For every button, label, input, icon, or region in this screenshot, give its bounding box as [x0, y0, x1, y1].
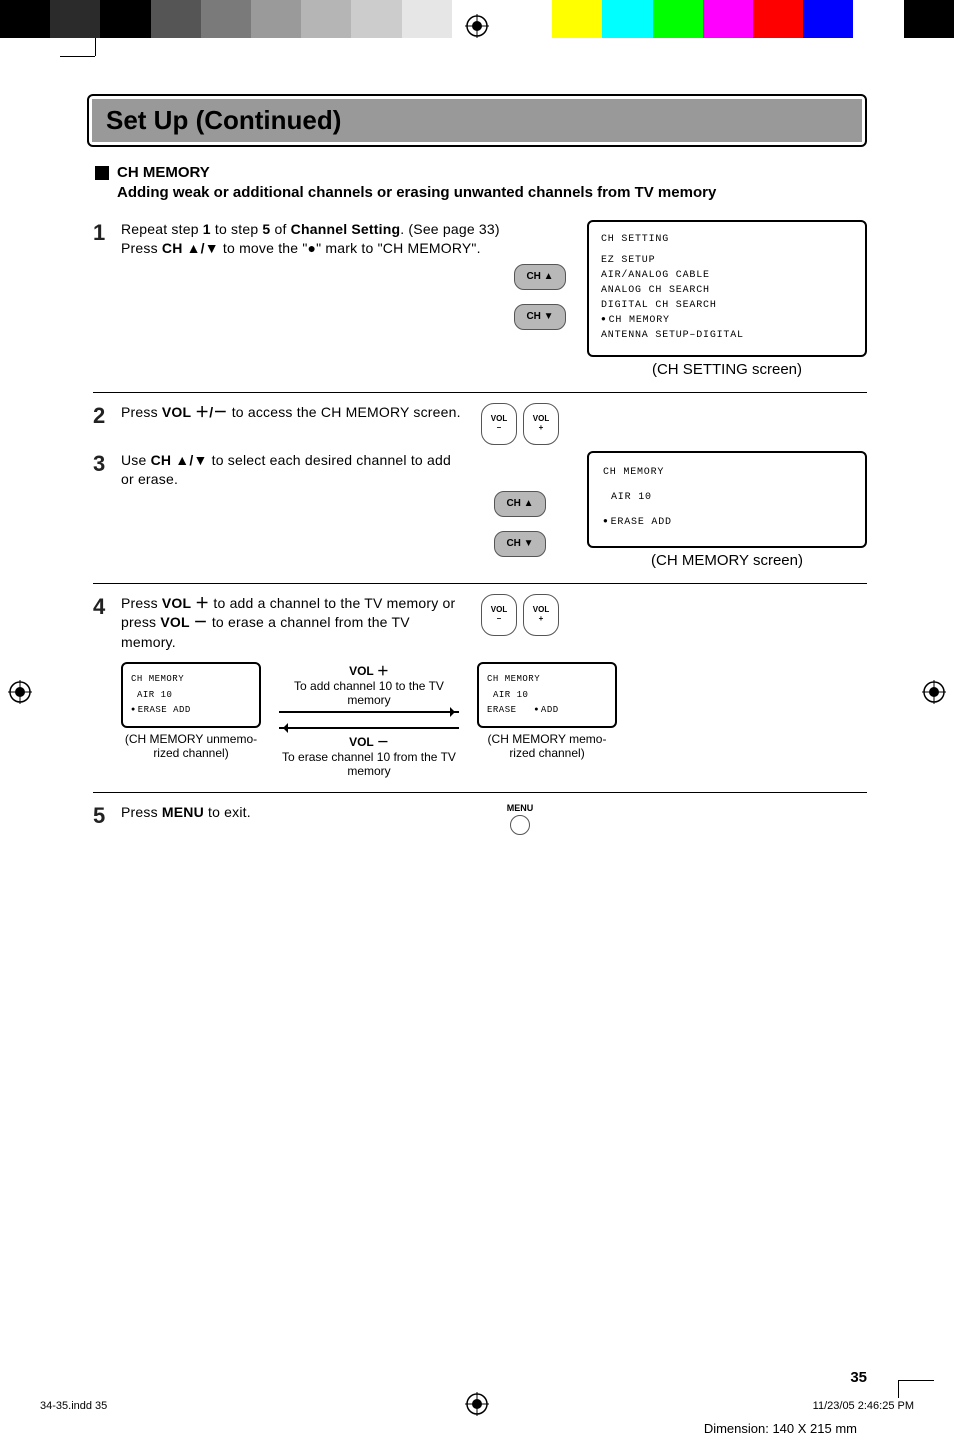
osd-caption: (CH MEMORY screen): [587, 552, 867, 569]
step-number: 1: [93, 220, 121, 246]
step-text-bold: VOL ＋: [162, 595, 209, 611]
step-text-bold: CH ▲/▼: [162, 240, 219, 256]
osd-item: ANALOG CH SEARCH: [601, 283, 853, 298]
step-text: to move the "●" mark to "CH MEMORY".: [219, 240, 481, 256]
osd-ch-memory-screen: CH MEMORY AIR 10 ERASE ADD: [587, 451, 867, 548]
osd-item: DIGITAL CH SEARCH: [601, 298, 853, 313]
osd-item: ADD: [541, 705, 559, 715]
step-text: to step: [211, 221, 263, 237]
ch-up-button: CH ▲: [514, 264, 566, 290]
arrow-right-icon: [279, 711, 459, 713]
vol-minus-button: VOL–: [481, 594, 517, 636]
osd-item: AIR 10: [603, 490, 851, 505]
osd-item: ANTENNA SETUP–DIGITAL: [601, 328, 853, 343]
step-number: 3: [93, 451, 121, 569]
ch-down-button: CH ▼: [494, 531, 546, 557]
diagram-label: VOL ＋: [279, 662, 459, 679]
vol-plus-button: VOL+: [523, 403, 559, 445]
step-number: 5: [93, 803, 121, 829]
crop-mark: [60, 56, 95, 57]
osd-ch-memory-unmemorized: CH MEMORY AIR 10 ERASE ADD: [121, 662, 261, 728]
osd-item: AIR 10: [131, 688, 251, 703]
section-heading: CH MEMORY: [117, 164, 210, 181]
registration-mark-icon: [922, 680, 946, 704]
arrow-left-icon: [279, 727, 459, 729]
step-text: Repeat step: [121, 221, 203, 237]
diagram-label: VOL －: [279, 733, 459, 750]
footer-filename: 34-35.indd 35: [40, 1400, 107, 1412]
osd-item: ERASE: [487, 705, 534, 715]
step-text-bold: CH ▲/▼: [151, 452, 208, 468]
osd-item: AIR/ANALOG CABLE: [601, 268, 853, 283]
osd-caption: (CH MEMORY unmemo-rized channel): [121, 732, 261, 760]
osd-item-selected: [131, 705, 138, 715]
step-text-bold: MENU: [162, 804, 204, 820]
vol-plus-button: VOL+: [523, 594, 559, 636]
menu-button-label: MENU: [465, 803, 575, 813]
registration-mark-icon: [8, 680, 32, 704]
osd-ch-setting-screen: CH SETTING EZ SETUP AIR/ANALOG CABLE ANA…: [587, 220, 867, 357]
step-text: Use: [121, 452, 151, 468]
osd-item: ERASE ADD: [138, 705, 191, 715]
step-text: to exit.: [204, 804, 251, 820]
step-text: of: [270, 221, 290, 237]
step-text: Press: [121, 595, 162, 611]
square-bullet-icon: [95, 166, 109, 180]
section-subheading: Adding weak or additional channels or er…: [117, 184, 716, 201]
step-text-bold: VOL －: [160, 614, 207, 630]
osd-item: AIR 10: [487, 688, 607, 703]
osd-item: EZ SETUP: [601, 253, 853, 268]
osd-caption: (CH SETTING screen): [587, 361, 867, 378]
registration-mark-icon: [465, 14, 489, 38]
menu-button-icon: [510, 815, 530, 835]
page-title: Set Up (Continued): [92, 99, 862, 142]
osd-title: CH SETTING: [601, 232, 853, 247]
ch-down-button: CH ▼: [514, 304, 566, 330]
step-text-bold: 1: [203, 221, 211, 237]
crop-mark: [95, 38, 96, 56]
vol-minus-button: VOL–: [481, 403, 517, 445]
step-number: 2: [93, 403, 121, 445]
osd-item-selected: [603, 517, 611, 528]
osd-item-selected: [534, 705, 541, 715]
page-title-frame: Set Up (Continued): [87, 94, 867, 147]
osd-item: ERASE ADD: [611, 517, 672, 528]
osd-title: CH MEMORY: [131, 672, 251, 687]
osd-caption: (CH MEMORY memo-rized channel): [477, 732, 617, 760]
page-number: 35: [87, 1369, 867, 1386]
osd-item-selected: CH MEMORY: [601, 313, 853, 328]
diagram-text: To add channel 10 to the TV memory: [279, 679, 459, 707]
ch-up-button: CH ▲: [494, 491, 546, 517]
dimension-note: Dimension: 140 X 215 mm: [704, 1421, 857, 1436]
step-text: Press: [121, 404, 162, 420]
step-text-bold: Channel Setting: [291, 221, 401, 237]
step-text: . (See page 33): [400, 221, 500, 237]
osd-title: CH MEMORY: [487, 672, 607, 687]
diagram-text: To erase channel 10 from the TV memory: [279, 750, 459, 778]
section-header: CH MEMORY Adding weak or additional chan…: [95, 163, 867, 204]
step-number: 4: [93, 594, 121, 653]
crop-mark: [899, 1380, 934, 1381]
step-text-bold: VOL ＋/－: [162, 404, 228, 420]
osd-title: CH MEMORY: [603, 465, 851, 480]
osd-ch-memory-memorized: CH MEMORY AIR 10 ERASE ADD: [477, 662, 617, 728]
step-text: Press: [121, 240, 162, 256]
footer-timestamp: 11/23/05 2:46:25 PM: [813, 1400, 914, 1412]
crop-mark: [898, 1380, 899, 1398]
step-text: Press: [121, 804, 162, 820]
step-text: to access the CH MEMORY screen.: [228, 404, 461, 420]
